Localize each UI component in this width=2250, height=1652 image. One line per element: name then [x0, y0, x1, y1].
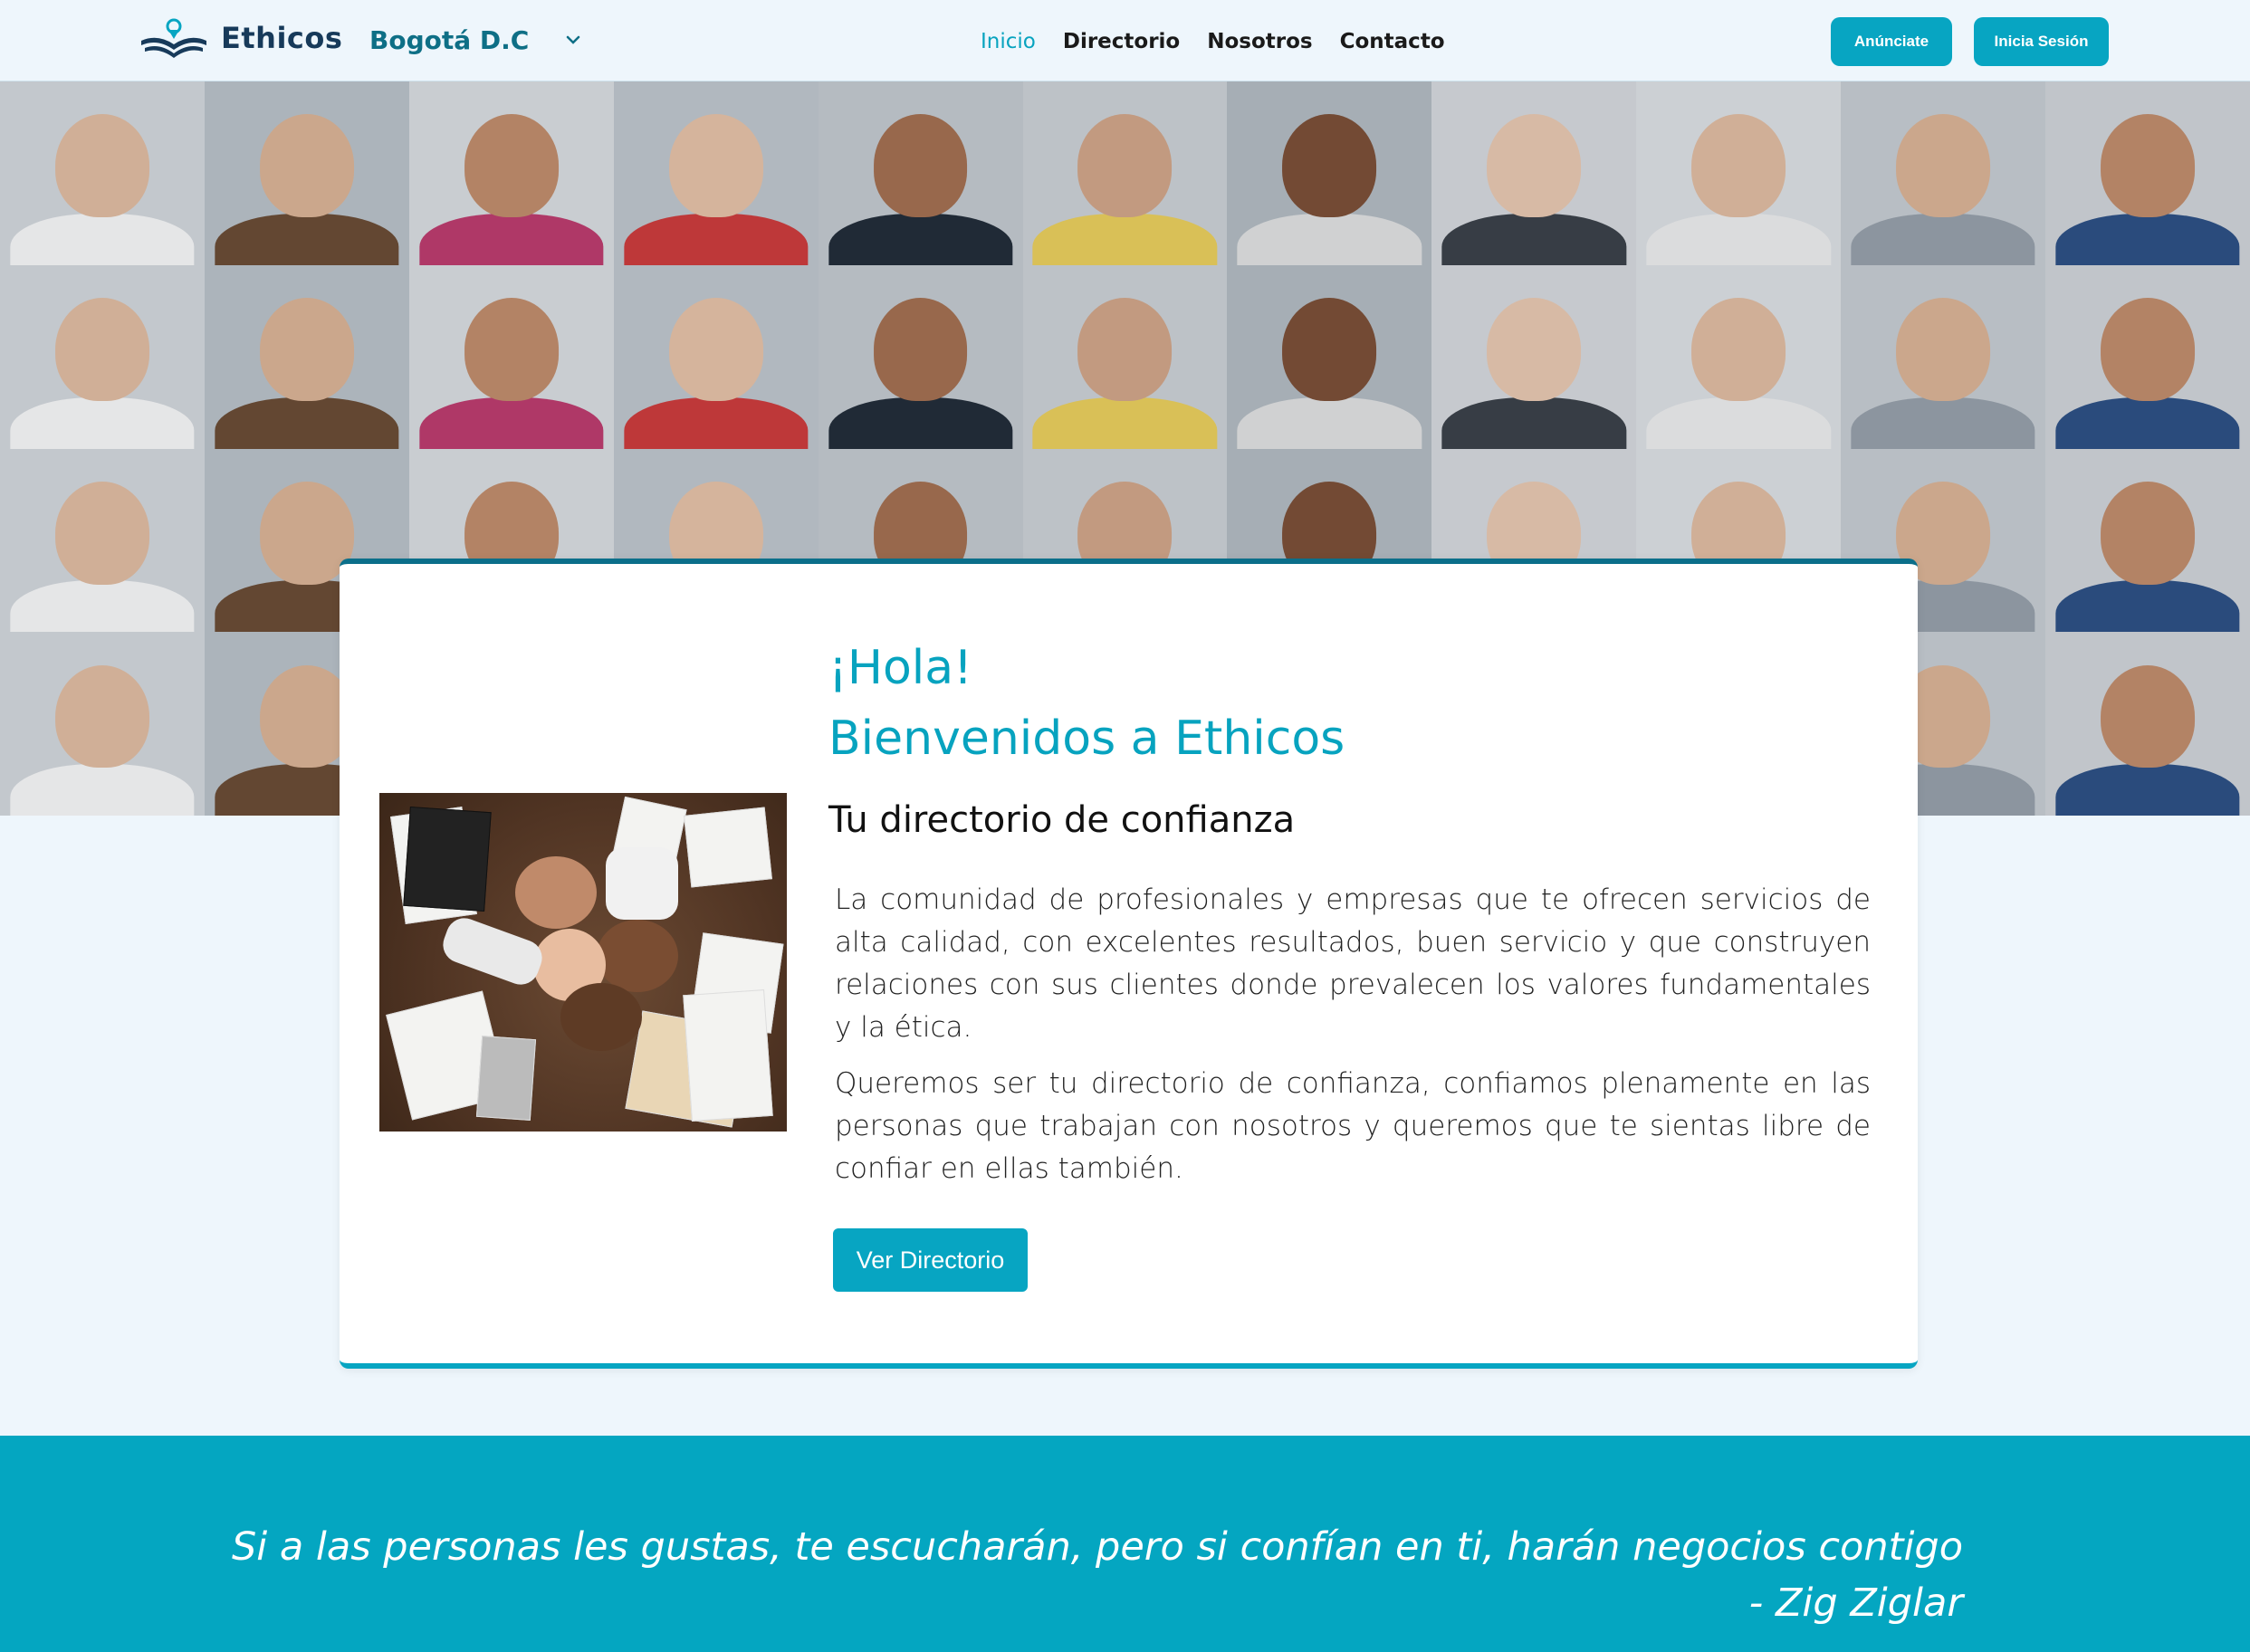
welcome-paragraph-1: La comunidad de profesionales y empresas…	[835, 883, 1871, 1044]
portrait-tile	[0, 448, 205, 633]
login-button[interactable]: Inicia Sesión	[1974, 17, 2109, 66]
portrait-tile	[1227, 264, 1432, 449]
location-selected: Bogotá D.C	[369, 24, 530, 55]
nav-contacto[interactable]: Contacto	[1340, 30, 1445, 53]
portrait-tile	[204, 264, 409, 449]
book-location-icon	[141, 18, 206, 58]
chevron-down-icon	[567, 35, 580, 44]
main-nav: Inicio Directorio Nosotros Contacto	[981, 23, 1445, 61]
portrait-tile	[2045, 264, 2250, 449]
portrait-tile	[408, 81, 614, 265]
portrait-tile	[204, 81, 409, 265]
nav-inicio[interactable]: Inicio	[981, 30, 1036, 53]
brand-name: Ethicos	[221, 21, 343, 55]
ver-directorio-button[interactable]: Ver Directorio	[833, 1228, 1028, 1292]
portrait-tile	[408, 264, 614, 449]
welcome-heading: Bienvenidos a Ethicos	[828, 711, 1345, 766]
welcome-subtitle: Tu directorio de confianza	[828, 799, 1296, 841]
portrait-tile	[1431, 264, 1637, 449]
brand-logo[interactable]: Ethicos	[136, 11, 342, 65]
nav-nosotros[interactable]: Nosotros	[1207, 30, 1312, 53]
portrait-tile	[2045, 448, 2250, 633]
portrait-tile	[818, 264, 1023, 449]
quote-text: Si a las personas les gustas, te escucha…	[231, 1524, 1963, 1570]
portrait-tile	[1636, 264, 1842, 449]
portrait-tile	[0, 264, 205, 449]
portrait-tile	[1227, 81, 1432, 265]
portrait-tile	[613, 81, 819, 265]
location-selector[interactable]: Bogotá D.C	[369, 20, 581, 60]
page: Ethicos Bogotá D.C Inicio Directorio Nos…	[0, 0, 2250, 1652]
quote-author: - Zig Ziglar	[1748, 1580, 1963, 1626]
greeting-heading: ¡Hola!	[828, 641, 972, 695]
portrait-tile	[613, 264, 819, 449]
portrait-tile	[1636, 81, 1842, 265]
navbar: Ethicos Bogotá D.C Inicio Directorio Nos…	[0, 0, 2250, 81]
anunciate-button[interactable]: Anúnciate	[1831, 17, 1952, 66]
quote: Si a las personas les gustas, te escucha…	[232, 1519, 1963, 1631]
portrait-tile	[2045, 632, 2250, 816]
portrait-tile	[818, 81, 1023, 265]
portrait-tile	[2045, 81, 2250, 265]
portrait-tile	[0, 81, 205, 265]
teamwork-photo	[379, 793, 787, 1132]
portrait-tile	[1022, 81, 1228, 265]
nav-directorio[interactable]: Directorio	[1063, 30, 1180, 53]
portrait-tile	[1841, 81, 2046, 265]
welcome-card: ¡Hola! Bienvenidos a Ethicos Tu director…	[340, 559, 1918, 1369]
portrait-tile	[0, 632, 205, 816]
welcome-paragraph-2: Queremos ser tu directorio de confianza,…	[835, 1067, 1871, 1185]
portrait-tile	[1431, 81, 1637, 265]
portrait-tile	[1022, 264, 1228, 449]
portrait-tile	[1841, 264, 2046, 449]
quote-section: Si a las personas les gustas, te escucha…	[0, 1436, 2250, 1652]
